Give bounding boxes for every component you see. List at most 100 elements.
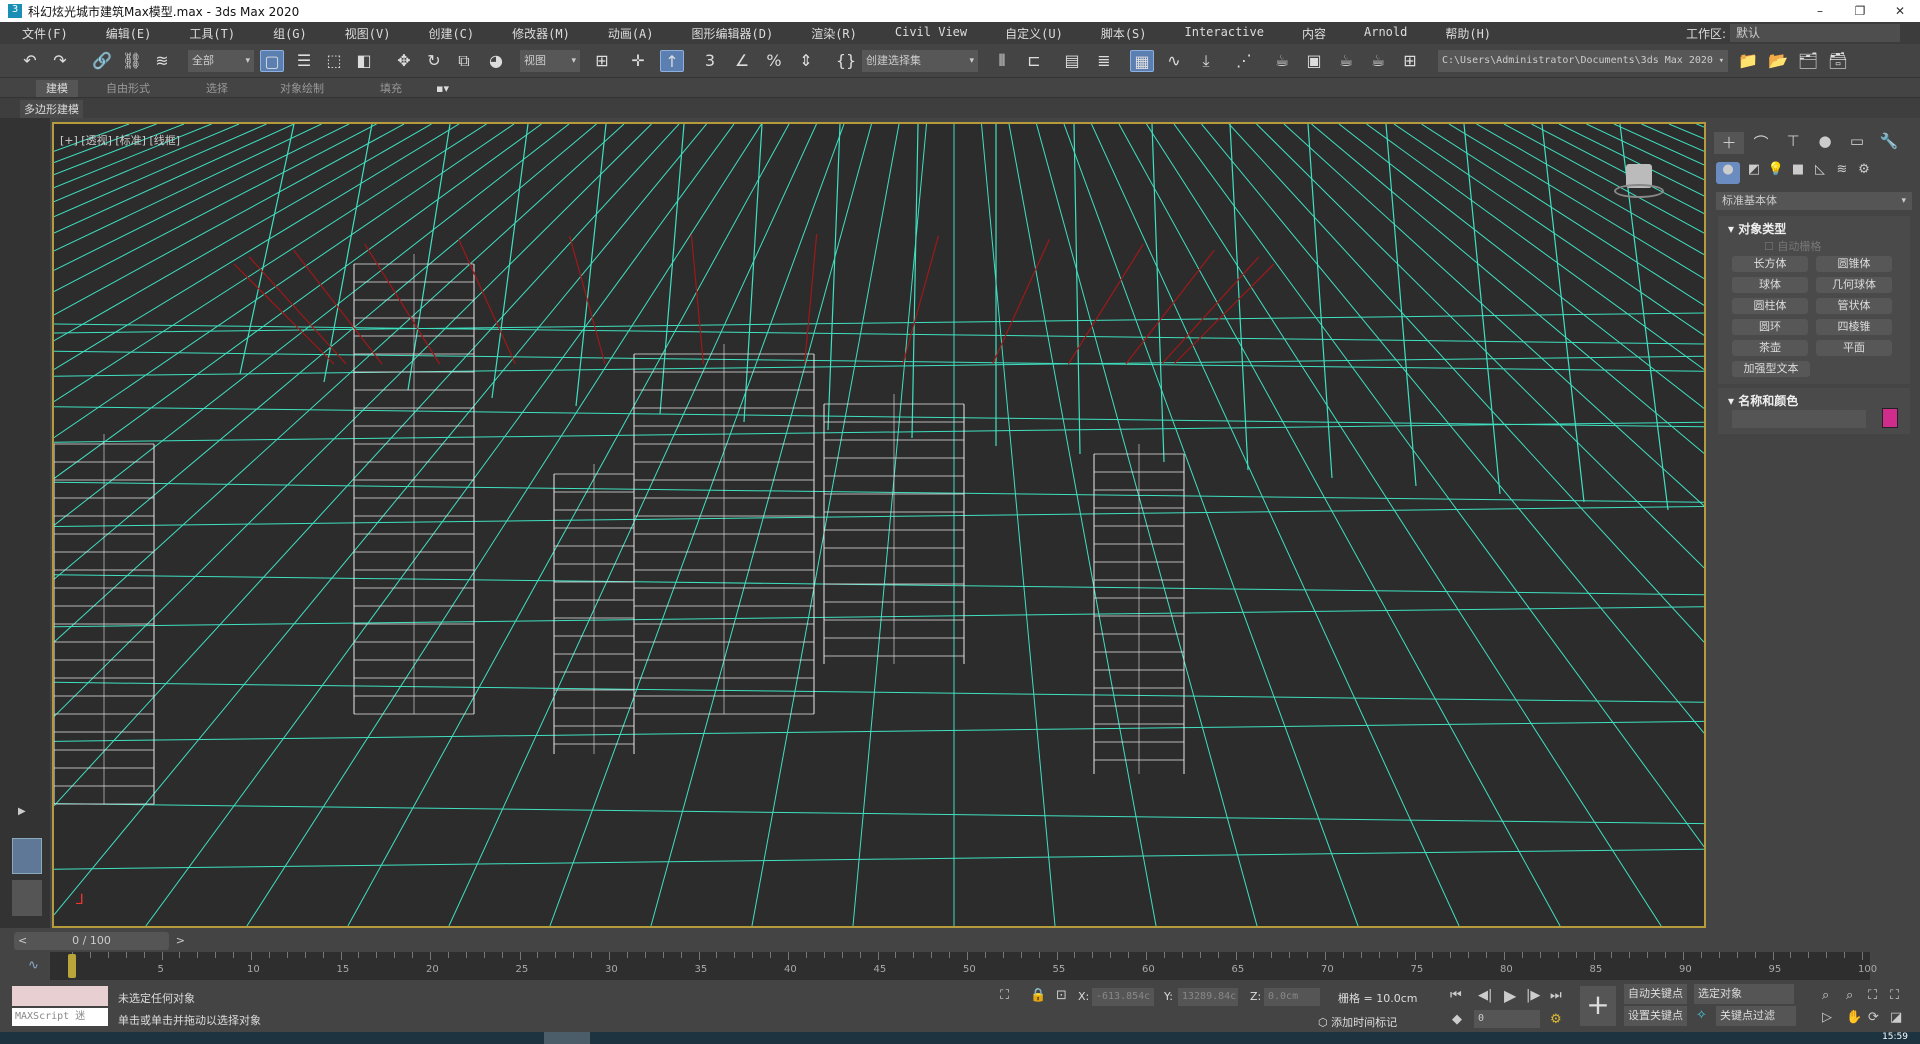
time-configuration-icon[interactable]: ⚙ (1550, 1012, 1562, 1027)
select-manipulate-icon[interactable]: ✛ (626, 50, 650, 72)
select-object-icon[interactable]: ▢ (260, 50, 284, 72)
helpers-icon[interactable]: ◺ (1808, 162, 1832, 184)
utilities-tab-icon[interactable]: 🔧 (1874, 132, 1904, 154)
zoom-icon[interactable]: ⌕ (1822, 988, 1829, 1003)
tab-freeform[interactable]: 自由形式 (96, 80, 160, 97)
maxscript-listener[interactable] (12, 986, 108, 1006)
project-structure-icon[interactable]: 🗃 (1826, 50, 1850, 72)
orbit-icon[interactable]: ⟳ (1868, 1010, 1879, 1025)
create-object-button[interactable]: 圆环 (1732, 319, 1808, 335)
project-folder-icon[interactable]: 📁 (1736, 50, 1760, 72)
cameras-icon[interactable]: ■ (1786, 162, 1810, 184)
menu-item[interactable]: 自定义(U) (983, 25, 1079, 42)
workspace-selector[interactable]: 工作区: 默认 (1686, 24, 1900, 42)
toggle-ribbon-icon[interactable]: ▦ (1130, 50, 1154, 72)
close-button[interactable]: ✕ (1880, 0, 1920, 22)
menu-item[interactable]: Civil View (873, 25, 983, 42)
bind-spacewarp-icon[interactable]: ≋ (150, 50, 174, 72)
menu-item[interactable]: 编辑(E) (84, 25, 168, 42)
layout-thumb[interactable] (12, 880, 42, 916)
current-frame-spinner[interactable]: 0 (1474, 1010, 1540, 1028)
viewcube[interactable] (1614, 164, 1664, 204)
rect-selection-icon[interactable]: ⬚ (322, 50, 346, 72)
perspective-viewport[interactable]: [+] [透视] [标准] [线框] ⅃ (52, 122, 1706, 928)
material-editor-icon[interactable]: ☕ (1270, 50, 1294, 72)
menu-item[interactable]: 动画(A) (586, 25, 670, 42)
layout-thumb-active[interactable] (12, 838, 42, 874)
zoom-extents-all-icon[interactable]: ⛶ (1890, 988, 1899, 1003)
auto-key-button[interactable]: 自动关键点 (1624, 984, 1687, 1004)
layer-explorer-icon[interactable]: ≣ (1092, 50, 1116, 72)
render-icon[interactable]: ☕ (1366, 50, 1390, 72)
menu-item[interactable]: Interactive (1163, 25, 1280, 42)
key-filters-button[interactable]: 关键点过滤器... (1716, 1006, 1796, 1026)
create-object-button[interactable]: 长方体 (1732, 256, 1808, 272)
dope-sheet-icon[interactable]: ⤓ (1194, 50, 1218, 72)
open-folder-icon[interactable]: 📂 (1766, 50, 1790, 72)
pivot-center-icon[interactable]: ⊞ (590, 50, 614, 72)
angle-snap-icon[interactable]: ∠ (730, 50, 754, 72)
create-object-button[interactable]: 球体 (1732, 277, 1808, 293)
x-coordinate-field[interactable]: -613.854c (1092, 988, 1154, 1006)
menu-item[interactable]: 修改器(M) (490, 25, 586, 42)
shapes-icon[interactable]: ◩ (1742, 162, 1766, 184)
autogrid-checkbox[interactable]: ☐ 自动栅格 (1764, 238, 1821, 254)
expand-arrow-icon[interactable]: ▶ (18, 806, 26, 817)
percent-snap-icon[interactable]: % (762, 50, 786, 72)
restore-button[interactable]: ❐ (1840, 0, 1880, 22)
create-object-button[interactable]: 四棱锥 (1816, 319, 1892, 335)
keyboard-shortcut-toggle-icon[interactable]: ↑ (660, 50, 684, 72)
key-mode-dropdown[interactable]: 选定对象 (1694, 984, 1794, 1004)
tab-selection[interactable]: 选择 (196, 80, 238, 97)
motion-tab-icon[interactable]: ● (1810, 132, 1840, 154)
zoom-all-icon[interactable]: ⌕ (1846, 988, 1853, 1003)
named-selection-dropdown[interactable]: 创建选择集 (862, 50, 978, 72)
menu-item[interactable]: 创建(C) (406, 25, 490, 42)
object-color-swatch[interactable] (1882, 408, 1898, 428)
primitive-category-dropdown[interactable]: 标准基本体 ▾ (1716, 192, 1912, 210)
time-slider[interactable]: < 0 / 100 > (14, 932, 185, 950)
menu-item[interactable]: 内容 (1280, 25, 1342, 42)
add-time-tag[interactable]: ⬡ 添加时间标记 (1318, 1014, 1397, 1030)
menu-item[interactable]: 工具(T) (167, 25, 251, 42)
edit-named-selection-icon[interactable]: {} (834, 50, 858, 72)
field-of-view-icon[interactable]: ▷ (1822, 1010, 1832, 1025)
snap-toggle-icon[interactable]: 3 (698, 50, 722, 72)
placement-icon[interactable]: ◕ (484, 50, 508, 72)
minimize-button[interactable]: – (1800, 0, 1840, 22)
create-object-button[interactable]: 几何球体 (1816, 277, 1892, 293)
move-icon[interactable]: ✥ (392, 50, 416, 72)
polygon-modeling-label[interactable]: 多边形建模 (20, 100, 83, 118)
spacewarps-icon[interactable]: ≋ (1830, 162, 1854, 184)
y-coordinate-field[interactable]: 13289.84c (1178, 988, 1238, 1006)
select-by-name-icon[interactable]: ☰ (292, 50, 316, 72)
absolute-mode-icon[interactable]: ⊡ (1056, 988, 1067, 1003)
tab-populate[interactable]: 填充 (370, 80, 412, 97)
spinner-snap-icon[interactable]: ⇕ (794, 50, 818, 72)
go-to-end-icon[interactable]: ⏭ (1550, 988, 1562, 1003)
ribbon-options-icon[interactable]: ▪▾ (426, 80, 459, 97)
selection-filter-dropdown[interactable]: 全部 (188, 50, 254, 72)
menu-item[interactable]: 脚本(S) (1079, 25, 1163, 42)
unlink-icon[interactable]: ⛓ (120, 50, 144, 72)
maximize-viewport-icon[interactable]: ◪ (1890, 1010, 1902, 1025)
object-type-header[interactable]: ▾ 对象类型 (1728, 220, 1786, 237)
scale-icon[interactable]: ⧉ (452, 50, 476, 72)
modify-tab-icon[interactable]: ⌒ (1746, 132, 1776, 154)
menu-item[interactable]: 视图(V) (323, 25, 407, 42)
next-frame-button[interactable]: > (176, 932, 185, 950)
go-to-start-icon[interactable]: ⏮ (1450, 988, 1462, 1003)
next-key-icon[interactable]: |▶ (1526, 988, 1540, 1003)
prev-key-icon[interactable]: ◀| (1478, 988, 1492, 1003)
z-coordinate-field[interactable]: 0.0cm (1264, 988, 1320, 1006)
time-cursor[interactable] (68, 954, 76, 978)
scene-explorer-icon[interactable]: ▤ (1060, 50, 1084, 72)
prev-frame-button[interactable]: < (18, 932, 27, 950)
display-tab-icon[interactable]: ▭ (1842, 132, 1872, 154)
redo-icon[interactable]: ↷ (48, 50, 72, 72)
align-icon[interactable]: ⊏ (1022, 50, 1046, 72)
create-object-button[interactable]: 茶壶 (1732, 340, 1808, 356)
time-config-icon[interactable]: ◆ (1452, 1012, 1462, 1027)
systems-icon[interactable]: ⚙ (1852, 162, 1876, 184)
menu-item[interactable]: 帮助(H) (1423, 25, 1507, 42)
